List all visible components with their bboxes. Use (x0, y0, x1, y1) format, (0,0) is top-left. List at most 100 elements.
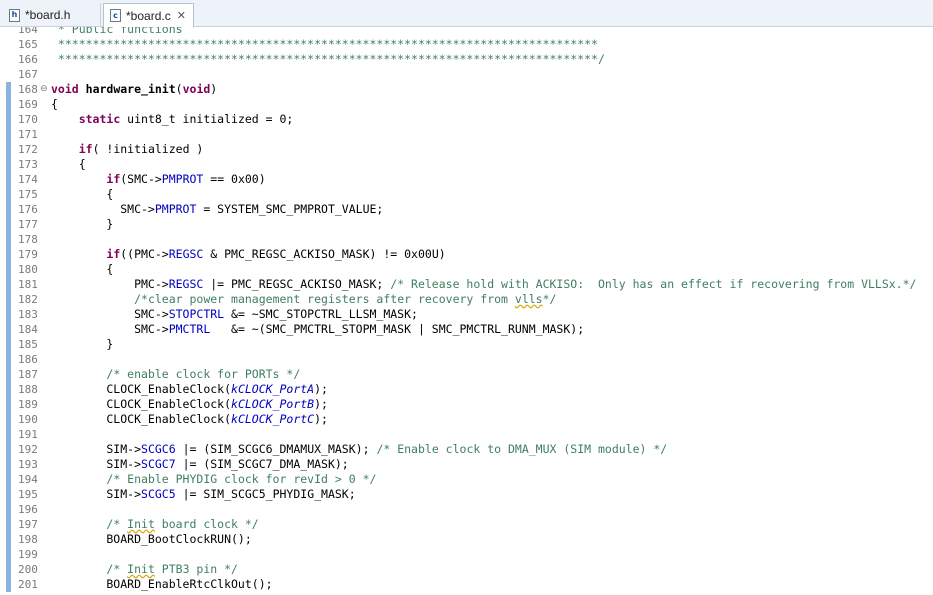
c-source-file-icon: c (110, 9, 121, 22)
code-token: SCGC5 (141, 487, 176, 501)
line-number: 166 (18, 53, 38, 66)
code-token: |= PMC_REGSC_ACKISO_MASK; (203, 277, 391, 291)
code-line: 171 (0, 127, 933, 142)
line-number: 184 (18, 323, 38, 336)
code-token: uint8_t initialized = 0; (120, 112, 294, 126)
line-number: 189 (18, 398, 38, 411)
code-text: ****************************************… (51, 37, 598, 52)
code-text: SIM->SCGC6 |= (SIM_SCGC6_DMAMUX_MASK); /… (51, 442, 667, 457)
line-number: 181 (18, 278, 38, 291)
line-number: 172 (18, 143, 38, 156)
code-token: PMPROT (154, 202, 197, 216)
change-marker (6, 262, 11, 277)
code-text: CLOCK_EnableClock(kCLOCK_PortB); (51, 397, 328, 412)
code-line: 170 static uint8_t initialized = 0; (0, 112, 933, 127)
change-marker (6, 382, 11, 397)
code-token: hardware_init (85, 82, 176, 96)
line-number: 194 (18, 473, 38, 486)
line-number: 174 (18, 173, 38, 186)
code-text: { (51, 262, 113, 277)
line-number: 178 (18, 233, 38, 246)
code-token: SIM-> (51, 487, 142, 501)
code-token: if (106, 247, 121, 261)
code-text: CLOCK_EnableClock(kCLOCK_PortC); (51, 412, 328, 427)
line-number: 197 (18, 518, 38, 531)
code-line: 194 /* Enable PHYDIG clock for revId > 0… (0, 472, 933, 487)
change-marker (6, 97, 11, 112)
code-token: SMC-> (51, 307, 169, 321)
code-token: ( !initialized ) (92, 142, 204, 156)
header-file-icon: h (9, 8, 20, 22)
code-token: PMCTRL (168, 322, 211, 336)
code-token: */ (542, 292, 557, 306)
code-token: vlls (514, 292, 543, 306)
code-token: SCGC7 (141, 457, 176, 471)
code-line: 174 if(SMC->PMPROT == 0x00) (0, 172, 933, 187)
code-text: /*clear power management registers after… (51, 292, 556, 307)
code-text: } (51, 337, 113, 352)
change-marker (6, 187, 11, 202)
line-number: 167 (18, 68, 38, 81)
line-number: 199 (18, 548, 38, 561)
code-token: static (78, 112, 121, 126)
line-number: 195 (18, 488, 38, 501)
change-marker (6, 547, 11, 562)
code-text: SMC->PMCTRL &= ~(SMC_PMCTRL_STOPM_MASK |… (51, 322, 584, 337)
code-token: PTB3 pin */ (154, 562, 238, 576)
code-line: 181 PMC->REGSC |= PMC_REGSC_ACKISO_MASK;… (0, 277, 933, 292)
code-editor[interactable]: 164 * Public functions 165 **************… (0, 27, 933, 595)
code-token: if (106, 172, 121, 186)
line-number: 198 (18, 533, 38, 546)
code-token: SIM-> (51, 457, 142, 471)
code-token: } (51, 217, 114, 231)
change-marker (6, 397, 11, 412)
line-number: 186 (18, 353, 38, 366)
change-marker (6, 562, 11, 577)
code-token: void (182, 82, 211, 96)
code-line: 199 (0, 547, 933, 562)
code-text: static uint8_t initialized = 0; (51, 112, 294, 127)
change-marker (6, 307, 11, 322)
code-text: SMC->PMPROT = SYSTEM_SMC_PMPROT_VALUE; (51, 202, 383, 217)
code-text: if(SMC->PMPROT == 0x00) (51, 172, 265, 187)
code-line: 188 CLOCK_EnableClock(kCLOCK_PortA); (0, 382, 933, 397)
change-marker (6, 442, 11, 457)
code-text: if((PMC->REGSC & PMC_REGSC_ACKISO_MASK) … (51, 247, 445, 262)
change-marker (6, 502, 11, 517)
change-marker (6, 142, 11, 157)
editor-tab-bar: h *board.h c *board.c ✕ (0, 0, 933, 28)
code-token: Init (127, 517, 155, 531)
code-text: void hardware_init(void) (51, 82, 217, 97)
code-token: |= SIM_SCGC5_PHYDIG_MASK; (175, 487, 356, 501)
line-number: 180 (18, 263, 38, 276)
code-token: { (51, 157, 86, 171)
code-line: 167 (0, 67, 933, 82)
code-line: 195 SIM->SCGC5 |= SIM_SCGC5_PHYDIG_MASK; (0, 487, 933, 502)
line-number: 171 (18, 128, 38, 141)
code-line: 183 SMC->STOPCTRL &= ~SMC_STOPCTRL_LLSM_… (0, 307, 933, 322)
code-line: 190 CLOCK_EnableClock(kCLOCK_PortC); (0, 412, 933, 427)
code-line: 178 (0, 232, 933, 247)
code-token: |= (SIM_SCGC7_DMA_MASK); (175, 457, 349, 471)
tab-board-h[interactable]: h *board.h (3, 3, 101, 27)
code-token: ****************************************… (51, 52, 605, 66)
change-marker (6, 292, 11, 307)
line-number: 188 (18, 383, 38, 396)
fold-collapse-icon[interactable]: ⊖ (40, 82, 48, 97)
code-token: REGSC (168, 277, 204, 291)
code-text: * Public functions (51, 27, 183, 37)
line-number: 190 (18, 413, 38, 426)
code-line: 168 ⊖ void hardware_init(void) (0, 82, 933, 97)
code-text: { (51, 187, 113, 202)
code-token: CLOCK_EnableClock( (51, 412, 232, 426)
line-number: 176 (18, 203, 38, 216)
code-line: 177 } (0, 217, 933, 232)
code-token: SMC-> (51, 322, 169, 336)
code-text: /* Enable PHYDIG clock for revId > 0 */ (51, 472, 376, 487)
code-line: 172 if( !initialized ) (0, 142, 933, 157)
close-icon[interactable]: ✕ (177, 9, 186, 22)
tab-board-c[interactable]: c *board.c ✕ (103, 3, 194, 28)
code-text: PMC->REGSC |= PMC_REGSC_ACKISO_MASK; /* … (51, 277, 916, 292)
